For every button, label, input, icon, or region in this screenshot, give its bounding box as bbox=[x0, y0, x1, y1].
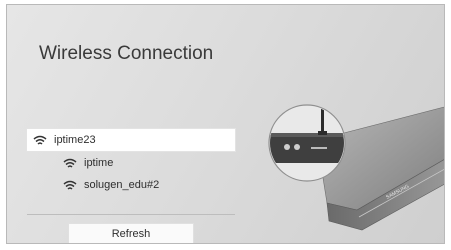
device-illustration: SAMSUNG bbox=[268, 104, 444, 231]
settings-screen: Wireless Connection iptime23 iptime solu… bbox=[6, 4, 445, 244]
network-ssid: solugen_edu#2 bbox=[84, 179, 160, 191]
network-ssid: iptime bbox=[84, 157, 114, 169]
network-item-solugen-edu-2[interactable]: solugen_edu#2 bbox=[57, 174, 235, 196]
network-ssid: iptime23 bbox=[54, 134, 96, 146]
wifi-icon bbox=[63, 180, 77, 190]
page-title: Wireless Connection bbox=[39, 43, 214, 64]
divider bbox=[27, 214, 235, 215]
network-item-iptime23[interactable]: iptime23 bbox=[27, 129, 235, 151]
wifi-icon bbox=[33, 135, 47, 145]
wifi-icon bbox=[63, 158, 77, 168]
network-item-iptime[interactable]: iptime bbox=[57, 152, 235, 174]
refresh-button[interactable]: Refresh bbox=[68, 223, 194, 243]
